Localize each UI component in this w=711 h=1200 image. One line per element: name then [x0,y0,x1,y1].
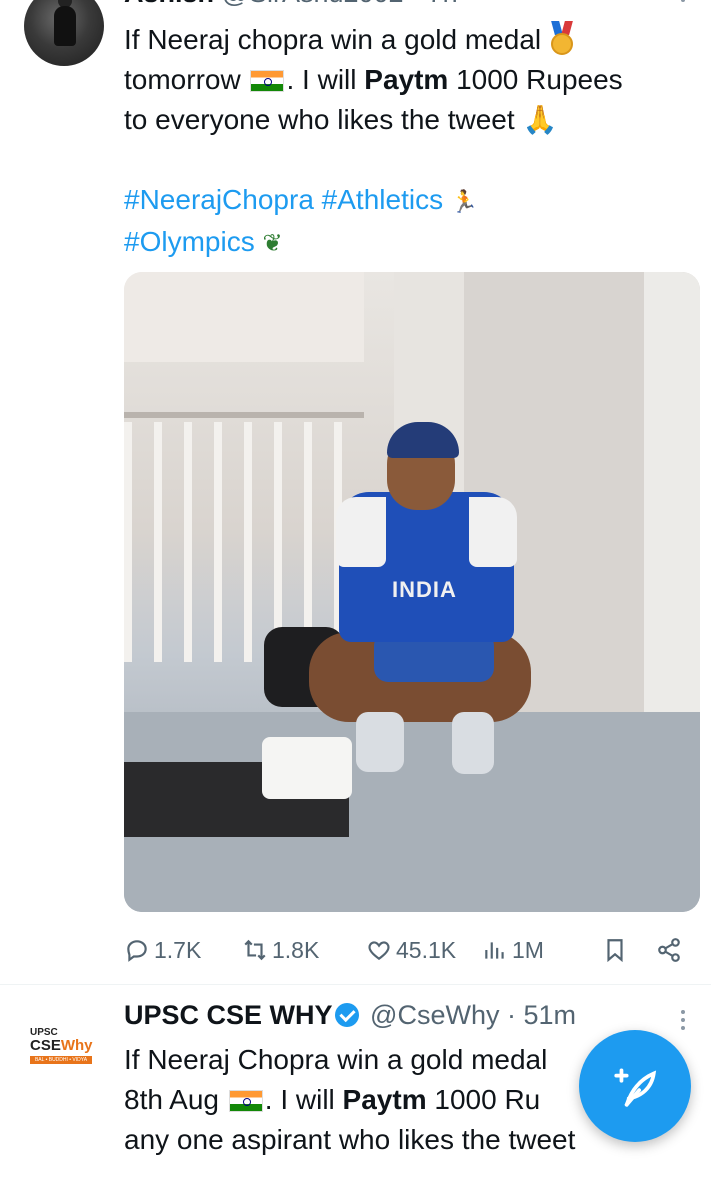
author-name[interactable]: Ashish [124,0,214,8]
tweet-actions: 1.7K 1.8K 45.1K 1M [124,934,694,966]
verified-icon [334,1003,359,1027]
author-handle[interactable]: @CseWhy · 51m [370,1000,576,1030]
avatar[interactable]: UPSC CSEWhy BAL • BUDDHI • VIDYA [30,1028,100,1068]
retweet-button[interactable]: 1.8K [242,934,319,966]
like-button[interactable]: 45.1K [366,934,456,966]
india-flag-icon [228,1090,263,1112]
retweet-icon [244,939,266,961]
photo-jersey-text: INDIA [392,577,457,602]
medal-icon [549,21,575,55]
reply-button[interactable]: 1.7K [124,934,201,966]
photo-ceiling [124,272,364,362]
views-button[interactable]: 1M [482,934,544,966]
author-handle[interactable]: @SirAshu2002 · 7h [222,0,458,8]
share-button[interactable] [656,934,686,966]
tweet-line-2: tomorrow . I will Paytm 1000 Rupees [124,64,623,95]
views-count: 1M [512,936,544,963]
author-name[interactable]: UPSC CSE WHY [124,1000,333,1030]
runner-icon: 🏃 [450,189,479,214]
tweet-line-2: 8th Aug . I will Paytm 1000 Ru [124,1084,541,1115]
tweet-line-3: to everyone who likes the tweet 🙏 [124,104,558,135]
avatar-figure-shape [54,6,76,46]
tweet-header: UPSC CSE WHY @CseWhy · 51m [124,1000,576,1031]
bookmark-button[interactable] [602,934,632,966]
photo-rail [124,412,364,418]
share-icon [658,938,680,962]
reply-icon [127,940,147,962]
compose-icon [614,1068,657,1107]
reply-count: 1.7K [154,936,202,963]
avatar[interactable] [24,0,104,66]
tweet-header: Ashish @SirAshu2002 · 7h [124,0,458,9]
india-flag-icon [250,70,285,92]
bookmark-icon [607,939,623,963]
compose-button[interactable] [579,1030,691,1142]
folded-hands-icon: 🙏 [522,104,558,135]
tweet-text: If Neeraj Chopra win a gold medal 8th Au… [124,1040,575,1160]
hashtag-athletics[interactable]: #Athletics [322,184,443,215]
photo-towel [262,737,352,799]
photo-pillar-right [644,272,700,742]
like-icon [368,941,390,960]
views-icon [485,942,504,959]
retweet-count: 1.8K [272,936,320,963]
photo-shoe-left [356,712,404,772]
logo-text: CSEWhy [30,1037,93,1054]
more-icon[interactable] [676,1010,690,1040]
tweet-text: If Neeraj chopra win a gold medal tomorr… [124,20,623,264]
photo-sleeve-right [469,497,517,567]
tweet-line-1: If Neeraj Chopra win a gold medal [124,1044,548,1075]
logo-tagline: BAL • BUDDHI • VIDYA [30,1056,92,1064]
photo-bars [124,422,364,662]
tweet-line-1: If Neeraj chopra win a gold medal [124,20,623,60]
photo-shoe-right [452,712,494,774]
tweet-divider [0,984,711,985]
hashtag-line-1: #NeerajChopra #Athletics 🏃 [124,180,623,222]
like-count: 45.1K [396,936,457,963]
tweet-line-3: any one aspirant who likes the tweet [124,1124,576,1155]
tweet-photo[interactable]: INDIA [124,272,700,912]
hashtag-olympics[interactable]: #Olympics [124,226,255,257]
laurel-icon: ❦ [262,230,283,257]
hashtag-neerajchopra[interactable]: #NeerajChopra [124,184,314,215]
hashtag-line-2: #Olympics ❦ [124,222,623,264]
more-icon[interactable] [676,0,690,20]
photo-sleeve-left [336,497,386,567]
